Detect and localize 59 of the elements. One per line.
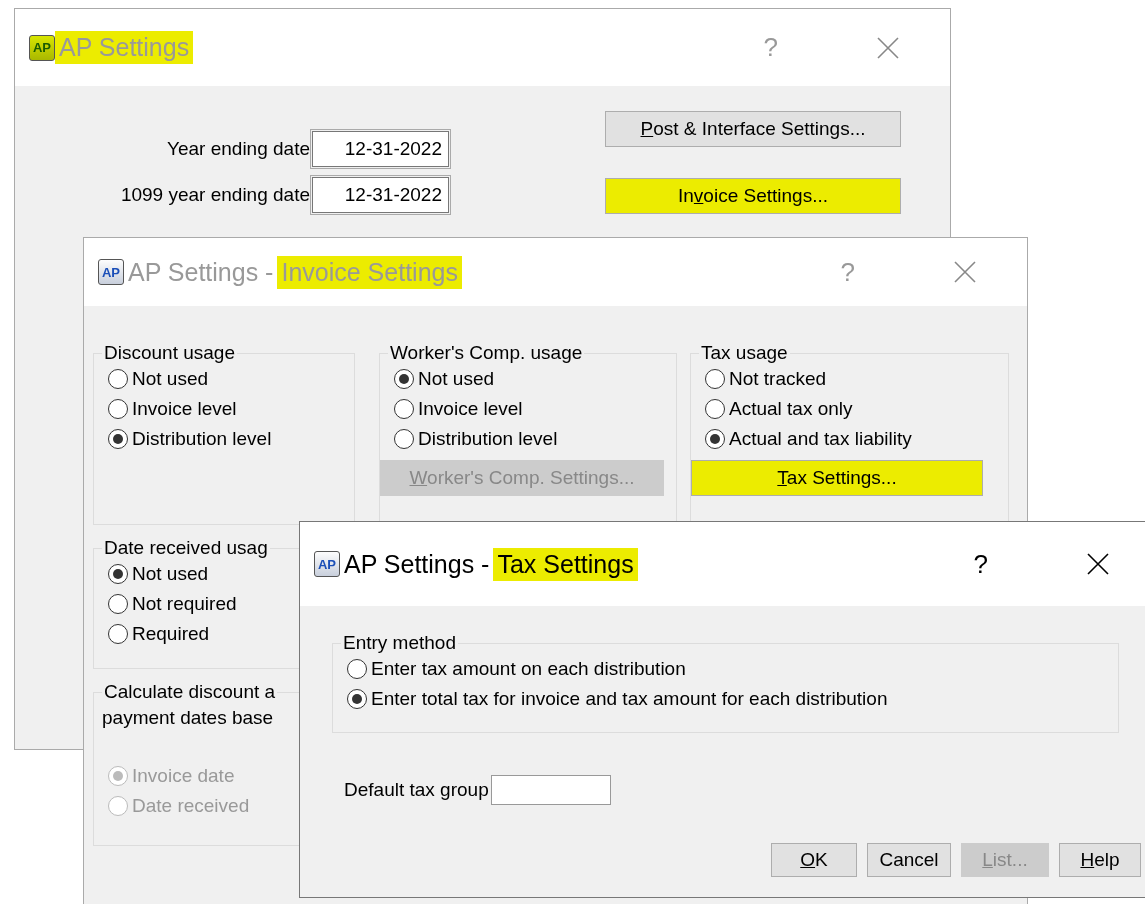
radio-label: Not used <box>132 563 209 585</box>
radio-label: Invoice date <box>132 765 235 787</box>
radio-label: Distribution level <box>132 428 272 450</box>
dialog-button[interactable]: Help <box>1059 843 1141 877</box>
field-label: Default tax group <box>344 779 489 801</box>
radio-button[interactable] <box>108 429 128 449</box>
radio-label: Not tracked <box>729 368 827 390</box>
radio-button[interactable] <box>705 429 725 449</box>
group-title: Discount usage <box>103 342 236 364</box>
radio-button[interactable] <box>705 369 725 389</box>
highlighted-title: Tax Settings <box>493 547 638 581</box>
group-title: Date received usag <box>103 537 269 559</box>
radio-label: Invoice level <box>132 398 237 420</box>
radio-button[interactable] <box>394 369 414 389</box>
text-field[interactable] <box>490 775 611 805</box>
radio-label: Not used <box>418 368 495 390</box>
dialog-button[interactable]: Cancel <box>867 843 951 877</box>
group-title: Calculate discount a <box>103 681 277 703</box>
highlighted-title: AP Settings <box>55 31 194 64</box>
radio-label: Distribution level <box>418 428 558 450</box>
date-field[interactable]: 12-31-2022 <box>312 177 449 213</box>
radio-button[interactable] <box>705 399 725 419</box>
radio-button[interactable] <box>394 429 414 449</box>
app-icon: AP <box>29 34 55 61</box>
radio-button[interactable] <box>394 399 414 419</box>
dialog-button[interactable]: Post & Interface Settings... <box>605 111 901 147</box>
date-field[interactable]: 12-31-2022 <box>312 131 449 167</box>
radio-label: Actual tax only <box>729 398 853 420</box>
radio-label: Required <box>132 623 210 645</box>
radio-button[interactable] <box>108 624 128 644</box>
radio-label: Enter total tax for invoice and tax amount for each distribution <box>371 688 888 710</box>
radio-button[interactable] <box>108 564 128 584</box>
help-button[interactable]: ? <box>973 548 988 580</box>
group-title: Tax usage <box>700 342 789 364</box>
radio-button[interactable] <box>108 369 128 389</box>
field-label: Year ending date <box>167 138 310 160</box>
radio-label: Invoice level <box>418 398 523 420</box>
radio-button[interactable] <box>347 689 367 709</box>
highlighted-title: Invoice Settings <box>277 255 462 289</box>
radio-label: Actual and tax liability <box>729 428 912 450</box>
group-title: Entry method <box>342 632 457 654</box>
dialog-button[interactable]: Invoice Settings... <box>605 178 901 214</box>
radio-label: Enter tax amount on each distribution <box>371 658 686 680</box>
field-label: 1099 year ending date <box>120 184 310 206</box>
group-title: payment dates base <box>102 707 274 729</box>
radio-button[interactable] <box>108 399 128 419</box>
window-title: AP Settings - <box>127 256 275 288</box>
radio-label: Date received <box>132 795 250 817</box>
close-icon[interactable] <box>1086 552 1110 576</box>
dialog-button[interactable]: Tax Settings... <box>691 460 983 496</box>
radio-button[interactable] <box>108 594 128 614</box>
radio-button[interactable] <box>347 659 367 679</box>
radio-label: Not required <box>132 593 237 615</box>
group-title: Worker's Comp. usage <box>389 342 584 364</box>
dialog-button[interactable]: OK <box>771 843 857 877</box>
window-title: AP Settings - <box>343 548 491 580</box>
radio-label: Not used <box>132 368 209 390</box>
app-icon: AP <box>98 259 124 285</box>
app-icon: AP <box>314 551 340 577</box>
